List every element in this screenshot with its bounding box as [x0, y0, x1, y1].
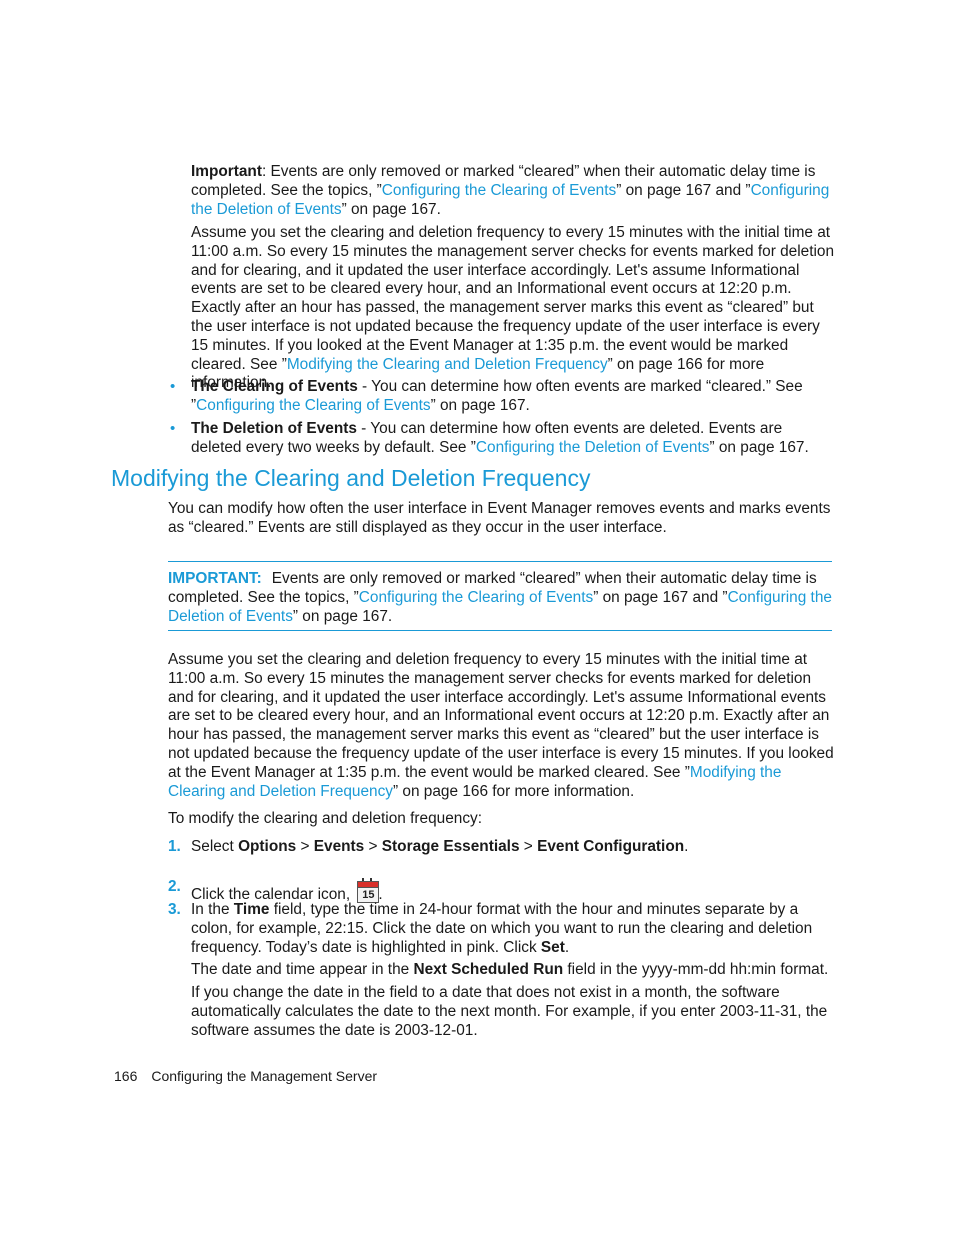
button-set: Set — [540, 938, 565, 956]
example-paragraph: Assume you set the clearing and deletion… — [168, 651, 834, 800]
bullet-title: The Clearing of Events — [191, 378, 358, 395]
procedure-step-2: 2. Click the calendar icon, 15. — [168, 878, 383, 903]
procedure-step-1: 1. Select Options > Events > Storage Ess… — [168, 838, 689, 855]
bullet-item-clearing: • The Clearing of Events - You can deter… — [170, 378, 803, 414]
bullet-icon: • — [170, 378, 176, 395]
link-configuring-clearing[interactable]: Configuring the Clearing of Events — [382, 182, 616, 199]
menu-options: Options — [238, 838, 297, 855]
step-number: 3. — [168, 901, 181, 918]
link-configuring-clearing[interactable]: Configuring the Clearing of Events — [196, 397, 430, 414]
important-note-text: Important: Events are only removed or ma… — [191, 163, 830, 218]
step-number: 1. — [168, 838, 181, 855]
step-number: 2. — [168, 878, 181, 895]
section-intro: You can modify how often the user interf… — [168, 500, 831, 536]
menu-events: Events — [313, 838, 365, 855]
section-heading: Modifying the Clearing and Deletion Freq… — [111, 465, 591, 491]
link-modifying-frequency[interactable]: Modifying the Clearing and Deletion Freq… — [287, 356, 608, 373]
field-time: Time — [233, 901, 270, 918]
bullet-icon: • — [170, 420, 176, 437]
example-paragraph: Assume you set the clearing and deletion… — [191, 224, 835, 392]
important-callout-label: IMPORTANT: — [168, 570, 262, 587]
link-configuring-deletion[interactable]: Configuring the Deletion of Events — [476, 439, 710, 456]
bullet-title: The Deletion of Events — [191, 420, 357, 437]
page-footer: 166 Configuring the Management Server — [114, 1067, 377, 1086]
procedure-intro: To modify the clearing and deletion freq… — [168, 810, 482, 827]
field-next-scheduled-run: Next Scheduled Run — [413, 961, 564, 979]
calendar-icon: 15 — [356, 878, 380, 903]
menu-storage-essentials: Storage Essentials — [381, 838, 520, 855]
procedure-step-3: 3. In the Time field, type the time in 2… — [168, 901, 829, 1039]
link-configuring-clearing[interactable]: Configuring the Clearing of Events — [359, 589, 593, 606]
chapter-title: Configuring the Management Server — [151, 1068, 378, 1084]
important-callout: IMPORTANT: Events are only removed or mar… — [168, 561, 832, 632]
important-note: Important: Events are only removed or ma… — [191, 163, 836, 219]
important-label: Important — [191, 163, 262, 180]
page-number: 166 — [114, 1068, 138, 1084]
menu-event-configuration: Event Configuration — [537, 838, 685, 855]
bullet-item-deletion: • The Deletion of Events - You can deter… — [170, 420, 809, 456]
